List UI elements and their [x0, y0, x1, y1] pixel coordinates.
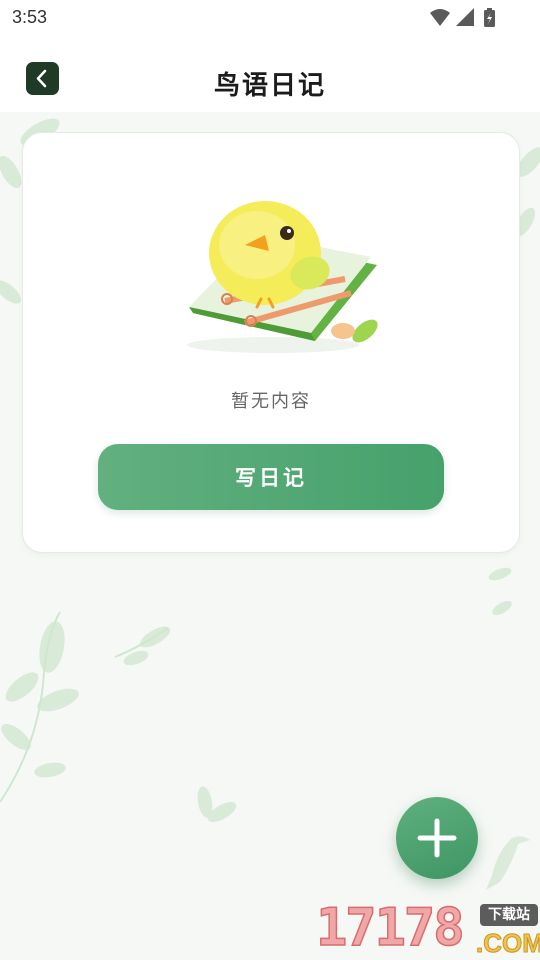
signal-icon: [456, 8, 474, 26]
status-bar: 3:53: [0, 0, 540, 36]
status-time: 3:53: [12, 7, 48, 27]
bird-on-notebook-illustration: [187, 201, 378, 353]
wifi-icon: [430, 9, 450, 26]
empty-state-message: 暂无内容: [231, 391, 311, 412]
add-entry-fab[interactable]: [396, 797, 478, 879]
site-watermark: 17178 下载站 .COM: [315, 897, 540, 960]
app-header: 鸟语日记: [0, 36, 540, 112]
write-diary-button[interactable]: 写日记: [98, 444, 444, 510]
watermark-domain: .COM: [476, 928, 540, 959]
plus-icon: [417, 818, 457, 858]
status-icons: [430, 8, 495, 27]
page-title: 鸟语日记: [213, 71, 326, 101]
empty-state-card: 暂无内容 写日记: [22, 132, 520, 553]
battery-charging-icon: [484, 8, 495, 27]
watermark-number: 17178: [315, 897, 465, 959]
watermark-badge: 下载站: [480, 904, 538, 926]
